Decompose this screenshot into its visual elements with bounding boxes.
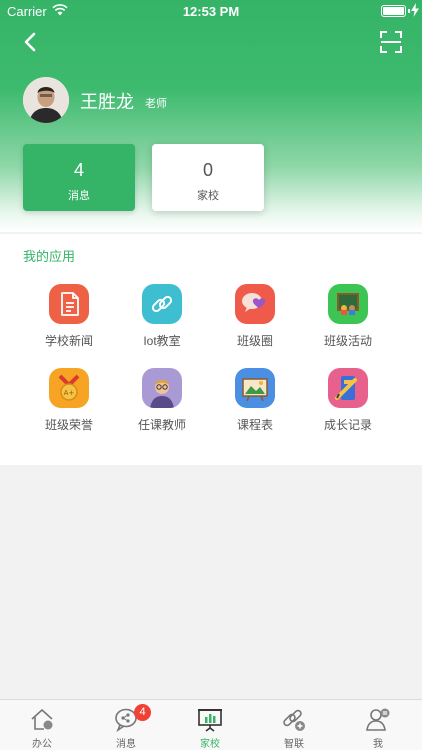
tab-label: 办公 xyxy=(32,739,52,750)
office-icon xyxy=(31,709,53,730)
avatar[interactable] xyxy=(23,77,69,123)
battery-tip xyxy=(408,9,410,13)
app-teachers[interactable]: 任课教师 xyxy=(117,368,207,433)
app-label: Iot教室 xyxy=(143,334,181,348)
tab-bar: 办公 4 消息 家校 智联 我 xyxy=(0,699,422,750)
chevron-left-icon[interactable] xyxy=(20,31,42,53)
app-timetable[interactable]: 课程表 xyxy=(210,368,300,433)
home-school-icon xyxy=(198,709,222,732)
picture-board-icon xyxy=(235,368,275,408)
app-class-activity[interactable]: 班级活动 xyxy=(303,284,393,349)
app-label: 课程表 xyxy=(236,418,273,432)
avatar-portrait-icon xyxy=(23,77,69,123)
app-label: 班级荣誉 xyxy=(44,418,93,432)
document-icon xyxy=(49,284,89,324)
profile-header: Carrier 12:53 PM 王胜龙 老师 4 消息 0 家校 xyxy=(0,0,422,232)
section-title: 我的应用 xyxy=(23,249,76,264)
app-label: 成长记录 xyxy=(323,418,372,432)
smart-link-icon xyxy=(283,709,305,731)
app-class-honor[interactable]: A+ 班级荣誉 xyxy=(24,368,114,433)
status-time: 12:53 PM xyxy=(182,4,240,19)
messages-label: 消息 xyxy=(68,190,90,202)
charging-icon xyxy=(411,3,419,17)
home-school-label: 家校 xyxy=(197,190,219,202)
app-label: 学校新闻 xyxy=(44,334,93,348)
link-icon xyxy=(142,284,182,324)
svg-text:A+: A+ xyxy=(64,389,75,397)
tab-label: 家校 xyxy=(200,739,220,750)
user-name: 王胜龙 xyxy=(80,92,134,112)
app-growth-record[interactable]: 成长记录 xyxy=(303,368,393,433)
home-school-stat-card[interactable]: 0 家校 xyxy=(152,144,264,211)
tab-messages[interactable]: 4 消息 xyxy=(84,700,168,750)
app-label: 任课教师 xyxy=(137,418,186,432)
my-apps-section: 我的应用 学校新闻 Iot教室 班级圈 班级活动 A+ 班级荣誉 任课教师 课程… xyxy=(0,234,422,465)
app-school-news[interactable]: 学校新闻 xyxy=(24,284,114,349)
tab-label: 智联 xyxy=(284,739,304,750)
tab-me[interactable]: 我 xyxy=(336,700,420,750)
app-class-circle[interactable]: 班级圈 xyxy=(210,284,300,349)
growth-record-icon xyxy=(328,368,368,408)
profile-icon xyxy=(366,708,390,731)
scan-icon[interactable] xyxy=(380,31,402,53)
status-bar: Carrier 12:53 PM xyxy=(0,0,422,22)
medal-icon: A+ xyxy=(49,368,89,408)
unread-badge: 4 xyxy=(134,704,151,721)
tab-smart-link[interactable]: 智联 xyxy=(252,700,336,750)
home-school-count: 0 xyxy=(202,160,213,180)
teacher-icon xyxy=(142,368,182,408)
messages-stat-card[interactable]: 4 消息 xyxy=(23,144,135,211)
tab-label: 消息 xyxy=(116,739,136,750)
tab-home-school[interactable]: 家校 xyxy=(168,700,252,750)
blackboard-icon xyxy=(328,284,368,324)
messages-count: 4 xyxy=(73,160,84,180)
user-role: 老师 xyxy=(145,98,167,110)
app-label: 班级圈 xyxy=(236,334,273,348)
tab-label: 我 xyxy=(373,739,383,750)
tab-office[interactable]: 办公 xyxy=(0,700,84,750)
chat-heart-icon xyxy=(235,284,275,324)
app-iot-classroom[interactable]: Iot教室 xyxy=(117,284,207,349)
app-label: 班级活动 xyxy=(323,334,372,348)
battery-icon xyxy=(381,5,406,17)
